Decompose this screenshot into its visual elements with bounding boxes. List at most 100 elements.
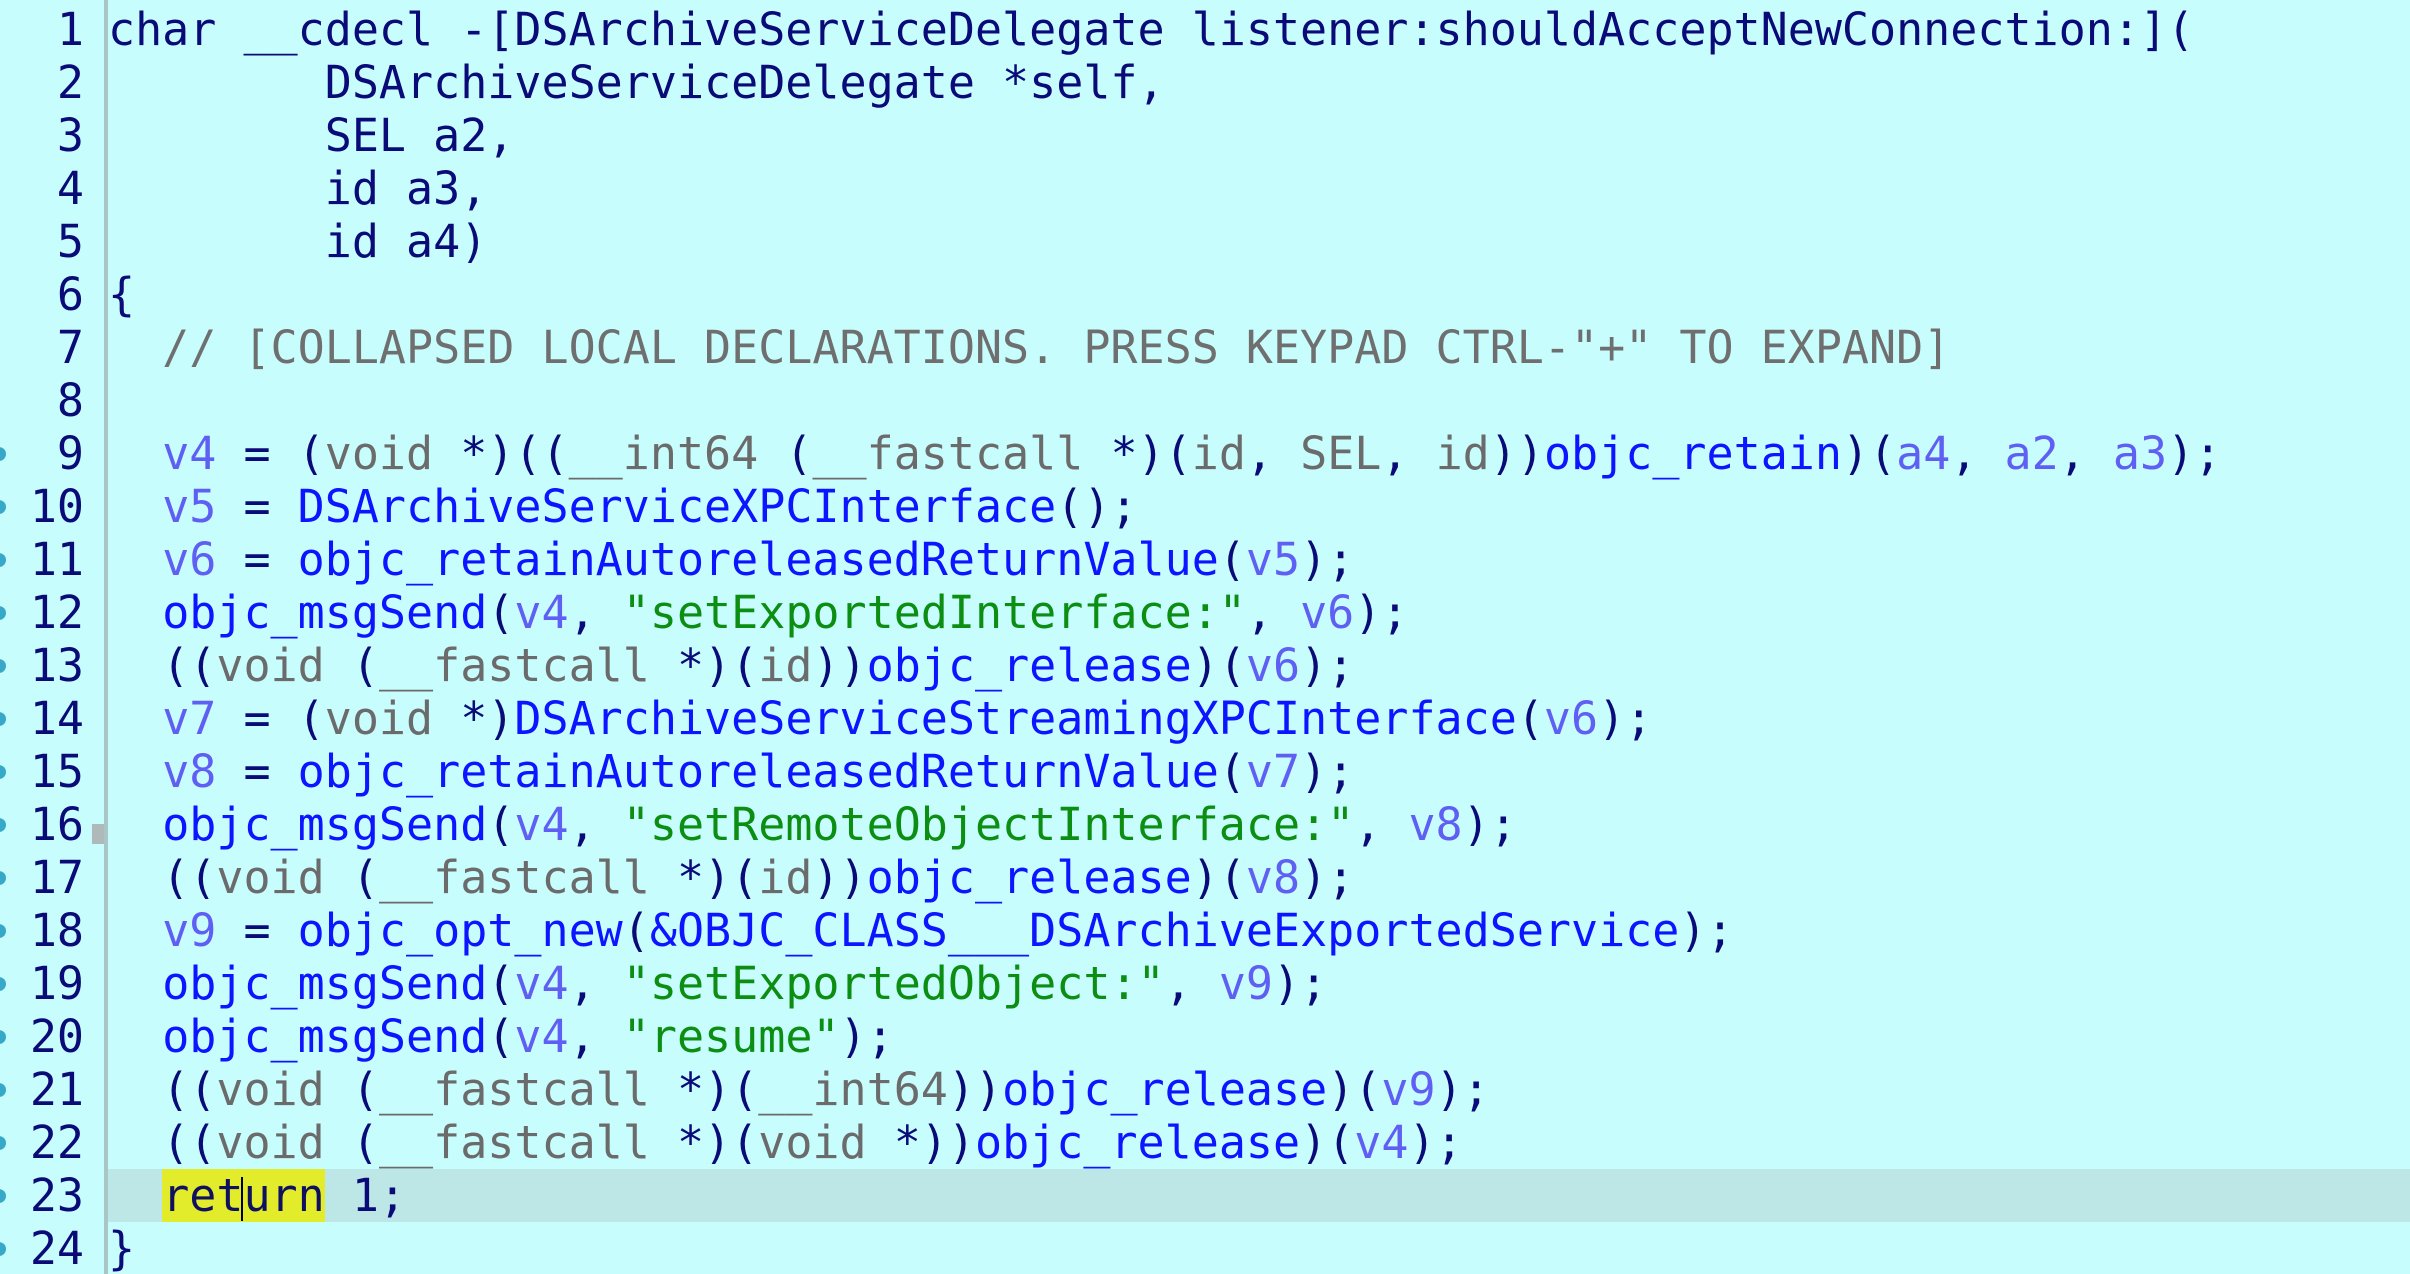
code-token: id xyxy=(758,851,813,904)
line-number: 7 xyxy=(56,321,84,374)
code-token: *)( xyxy=(649,639,759,692)
line-number: 12 xyxy=(29,586,84,639)
code-token: (( xyxy=(108,1063,217,1116)
code-token: )( xyxy=(1300,1116,1355,1169)
code-line[interactable]: objc_msgSend(v4, "setExportedObject:", v… xyxy=(108,957,2410,1010)
code-area[interactable]: char __cdecl -[DSArchiveServiceDelegate … xyxy=(108,0,2410,1274)
code-line[interactable]: } xyxy=(108,1222,2410,1274)
code-token: (); xyxy=(1056,480,1138,533)
code-token: )( xyxy=(1327,1063,1382,1116)
code-token: SEL a2, xyxy=(108,109,515,162)
code-token: v4 xyxy=(514,957,569,1010)
line-number: 14 xyxy=(29,692,84,745)
code-line[interactable]: DSArchiveServiceDelegate *self, xyxy=(108,56,2410,109)
code-line[interactable]: ((void (__fastcall *)(__int64))objc_rele… xyxy=(108,1063,2410,1116)
code-token: = xyxy=(216,904,298,957)
code-token: v9 xyxy=(1218,957,1273,1010)
code-token: ); xyxy=(1300,639,1355,692)
code-token: __fastcall xyxy=(378,851,650,904)
code-token: v6 xyxy=(1543,692,1599,745)
line-number-gutter: 1 2 3 4 5 6 7 8 9 10 11 12 13 14 15 16 17 18 19 20 21 22 23 24 xyxy=(0,0,108,1274)
code-token: ); xyxy=(1435,1063,1490,1116)
code-line[interactable]: objc_msgSend(v4, "resume"); xyxy=(108,1010,2410,1063)
code-line[interactable]: id a4) xyxy=(108,215,2410,268)
code-token: v7 xyxy=(162,692,217,745)
code-token: } xyxy=(108,1222,136,1274)
code-line[interactable]: v6 = objc_retainAutoreleasedReturnValue(… xyxy=(108,533,2410,586)
code-token: *)) xyxy=(866,1116,975,1169)
code-token: "setExportedObject:" xyxy=(622,957,1165,1010)
line-number: 3 xyxy=(56,109,84,162)
code-token: objc_release xyxy=(866,851,1192,904)
code-line[interactable]: v5 = DSArchiveServiceXPCInterface(); xyxy=(108,480,2410,533)
line-number: 2 xyxy=(56,56,84,109)
code-token: // [COLLAPSED LOCAL DECLARATIONS. PRESS … xyxy=(108,321,1951,374)
code-line[interactable]: SEL a2, xyxy=(108,109,2410,162)
code-line[interactable]: v7 = (void *)DSArchiveServiceStreamingXP… xyxy=(108,692,2410,745)
code-token: v8 xyxy=(1245,851,1301,904)
line-number: 16 xyxy=(29,798,84,851)
line-number: 5 xyxy=(56,215,84,268)
code-token: &OBJC_CLASS___DSArchiveExportedService xyxy=(649,904,1680,957)
code-line[interactable]: v9 = objc_opt_new(&OBJC_CLASS___DSArchiv… xyxy=(108,904,2410,957)
code-token: __fastcall xyxy=(812,427,1084,480)
code-line[interactable]: v4 = (void *)((__int64 (__fastcall *)(id… xyxy=(108,427,2410,480)
code-token: *)( xyxy=(649,1063,759,1116)
code-line[interactable]: // [COLLAPSED LOCAL DECLARATIONS. PRESS … xyxy=(108,321,2410,374)
code-line[interactable]: id a3, xyxy=(108,162,2410,215)
code-line[interactable]: char __cdecl -[DSArchiveServiceDelegate … xyxy=(108,3,2410,56)
code-token: )) xyxy=(812,851,867,904)
line-number: 20 xyxy=(29,1010,84,1063)
code-token: )( xyxy=(1191,851,1246,904)
code-token: ); xyxy=(839,1010,894,1063)
code-token: v9 xyxy=(1381,1063,1436,1116)
code-token: void xyxy=(216,851,325,904)
gutter-marker-icon xyxy=(92,824,104,844)
code-token: v9 xyxy=(162,904,217,957)
code-token: , xyxy=(568,586,623,639)
code-line[interactable] xyxy=(108,374,2410,427)
code-token: "setRemoteObjectInterface:" xyxy=(622,798,1355,851)
code-token: ); xyxy=(1300,745,1355,798)
code-token: ( xyxy=(622,904,650,957)
code-token: )) xyxy=(1489,427,1544,480)
line-number: 11 xyxy=(29,533,84,586)
code-token: ( xyxy=(487,798,515,851)
code-token: v5 xyxy=(162,480,217,533)
code-line[interactable]: ((void (__fastcall *)(id))objc_release)(… xyxy=(108,851,2410,904)
code-token: = xyxy=(216,745,298,798)
code-token: ( xyxy=(1218,745,1246,798)
code-line[interactable]: ((void (__fastcall *)(id))objc_release)(… xyxy=(108,639,2410,692)
code-token: (( xyxy=(108,639,217,692)
code-token: __int64 xyxy=(758,1063,948,1116)
code-token: ( xyxy=(324,639,379,692)
code-token: v4 xyxy=(514,798,569,851)
code-token: id xyxy=(1435,427,1490,480)
code-line[interactable]: ((void (__fastcall *)(void *))objc_relea… xyxy=(108,1116,2410,1169)
code-token: id a4) xyxy=(108,215,488,268)
code-token: void xyxy=(216,639,325,692)
line-number: 23 xyxy=(29,1169,84,1222)
code-line[interactable]: objc_msgSend(v4, "setExportedInterface:"… xyxy=(108,586,2410,639)
code-line[interactable]: { xyxy=(108,268,2410,321)
code-token: *)( xyxy=(649,1116,759,1169)
pseudocode-editor[interactable]: 1 2 3 4 5 6 7 8 9 10 11 12 13 14 15 16 17 18 19 20 21 22 23 24 … xyxy=(0,0,2410,1274)
code-line-current[interactable]: return 1; xyxy=(108,1169,2410,1222)
code-token: *)(( xyxy=(433,427,569,480)
code-token: , xyxy=(1245,586,1301,639)
code-token: DSArchiveServiceStreamingXPCInterface xyxy=(514,692,1517,745)
code-token: 1; xyxy=(324,1169,407,1222)
code-token: v8 xyxy=(1408,798,1463,851)
code-line[interactable]: v8 = objc_retainAutoreleasedReturnValue(… xyxy=(108,745,2410,798)
line-number: 24 xyxy=(29,1222,84,1274)
code-token: __fastcall xyxy=(378,1116,650,1169)
code-line[interactable]: objc_msgSend(v4, "setRemoteObjectInterfa… xyxy=(108,798,2410,851)
code-token: SEL xyxy=(1300,427,1382,480)
